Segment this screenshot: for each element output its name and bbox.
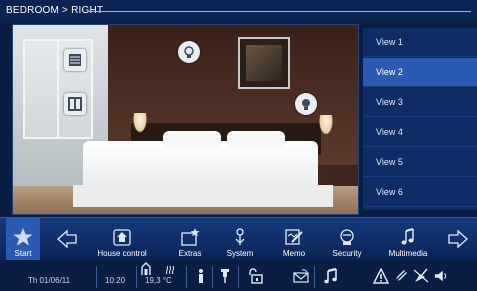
status-divider <box>314 266 315 288</box>
status-divider <box>136 266 137 288</box>
nav-house-control-label: House control <box>97 249 147 258</box>
light-bulb-icon[interactable] <box>178 41 200 63</box>
room-photo <box>12 24 359 215</box>
scroll-left-arrow-icon[interactable] <box>56 228 78 250</box>
bed-pillow <box>163 131 221 149</box>
status-date: Th 01/06/11 <box>28 276 71 285</box>
nav-security[interactable]: Security <box>324 218 370 261</box>
window-shutter-icon[interactable] <box>64 93 86 115</box>
navigation-bar: Start House control Extras System Memo S… <box>0 217 477 261</box>
nav-security-label: Security <box>332 249 362 258</box>
nav-memo-label: Memo <box>282 249 306 258</box>
unlocked-padlock-icon[interactable] <box>246 266 264 286</box>
status-bar: Th 01/06/11 10:20 19,3 °C <box>0 260 477 291</box>
nav-system-label: System <box>226 249 254 258</box>
system-icon <box>229 227 251 247</box>
nav-system[interactable]: System <box>220 218 260 261</box>
house-icon <box>111 227 133 247</box>
room-painting <box>238 37 290 89</box>
nav-multimedia-label: Multimedia <box>388 249 428 258</box>
nav-extras[interactable]: Extras <box>170 218 210 261</box>
speaker-volume-icon[interactable] <box>434 266 448 286</box>
view-item-1[interactable]: View 1 <box>363 28 477 57</box>
start-label: Start <box>14 249 32 258</box>
memo-icon <box>283 227 305 247</box>
light-bulb-icon[interactable] <box>295 93 317 115</box>
message-envelope-icon[interactable] <box>292 266 310 286</box>
status-temperature: 19,3 °C <box>145 276 172 285</box>
music-note-icon <box>397 227 419 247</box>
star-icon <box>12 227 34 247</box>
status-divider <box>238 266 239 288</box>
view-item-5[interactable]: View 5 <box>363 148 477 177</box>
nav-multimedia[interactable]: Multimedia <box>380 218 436 261</box>
bed-cover <box>73 185 333 207</box>
extras-star-icon <box>179 227 201 247</box>
bed-pillow <box>227 131 285 149</box>
shutter-control-icon[interactable] <box>64 49 86 71</box>
scroll-right-arrow-icon[interactable] <box>447 228 469 250</box>
cleaning-disabled-icon[interactable] <box>412 266 430 286</box>
title-bar: BEDROOM > RIGHT <box>0 0 477 21</box>
status-divider <box>212 266 213 288</box>
view-item-2[interactable]: View 2 <box>363 58 477 87</box>
status-divider <box>186 266 187 288</box>
security-icon <box>336 227 358 247</box>
nav-house-control[interactable]: House control <box>92 218 152 261</box>
nav-memo[interactable]: Memo <box>274 218 314 261</box>
views-list: View 1 View 2 View 3 View 4 View 5 View … <box>363 28 477 210</box>
info-icon[interactable] <box>192 266 210 286</box>
warning-icon[interactable] <box>372 266 390 286</box>
start-button[interactable]: Start <box>6 218 40 261</box>
view-item-3[interactable]: View 3 <box>363 88 477 117</box>
heating-icon <box>164 262 176 276</box>
status-divider <box>96 266 97 288</box>
edit-disabled-icon[interactable] <box>392 266 410 286</box>
bedside-lamp-right <box>319 115 333 135</box>
indoor-temperature-icon <box>140 262 152 276</box>
status-time: 10:20 <box>105 276 126 285</box>
pin-icon[interactable] <box>216 266 234 286</box>
title-divider <box>88 11 471 12</box>
view-item-4[interactable]: View 4 <box>363 118 477 147</box>
bedside-lamp-left <box>133 113 147 133</box>
view-item-6[interactable]: View 6 <box>363 178 477 207</box>
music-note-icon[interactable] <box>322 266 340 286</box>
nav-extras-label: Extras <box>178 249 202 258</box>
